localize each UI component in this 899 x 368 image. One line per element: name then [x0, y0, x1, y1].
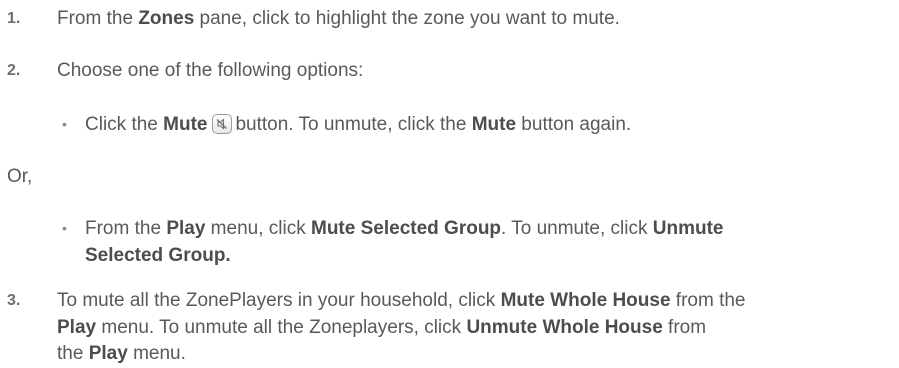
bullet-marker: • — [62, 116, 67, 132]
step-number: 3. — [7, 292, 21, 309]
bullet-text-line-2: Selected Group. — [85, 245, 231, 266]
bullet-text-line-1: From the Play menu, click Mute Selected … — [85, 218, 724, 239]
mute-icon — [212, 114, 233, 134]
or-text: Or, — [7, 166, 33, 187]
bullet-text: Click the Mute button. To unmute, click t… — [85, 114, 632, 135]
step-number: 2. — [7, 62, 21, 79]
instruction-document: 1. From the Zones pane, click to highlig… — [0, 0, 899, 367]
step-text-line-2: Play menu. To unmute all the Zoneplayers… — [57, 317, 707, 338]
step-text: Choose one of the following options: — [57, 60, 364, 81]
step-text-line-3: the Play menu. — [57, 343, 186, 364]
step-number: 1. — [7, 10, 21, 27]
step-text: From the Zones pane, click to highlight … — [57, 8, 620, 29]
bullet-marker: • — [62, 220, 67, 236]
step-text-line-1: To mute all the ZonePlayers in your hous… — [57, 290, 746, 311]
